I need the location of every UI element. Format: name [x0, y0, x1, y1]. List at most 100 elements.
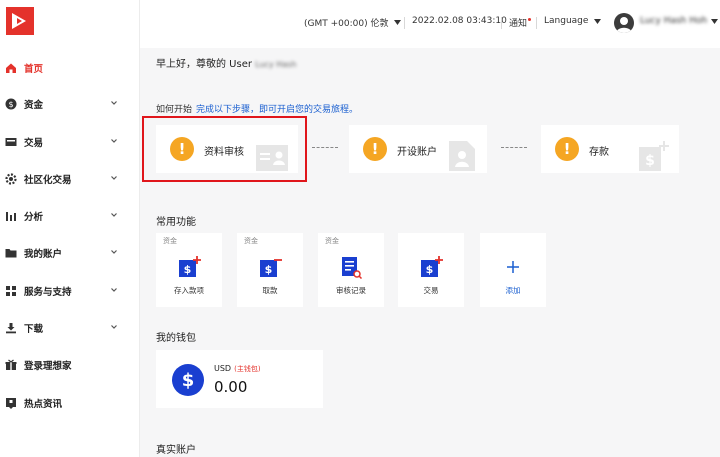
header-divider [536, 17, 537, 29]
download-icon [4, 321, 18, 335]
sidebar-item-label: 首页 [24, 64, 44, 75]
sidebar-item-label: 资金 [24, 100, 44, 111]
sidebar-item-service-support[interactable]: 服务与支持 [0, 279, 140, 303]
chevron-down-icon [111, 288, 117, 292]
top-header: (GMT +00:00) 伦敦 2022.02.08 03:43:10 通知 L… [140, 0, 720, 48]
svg-text:$: $ [184, 263, 192, 276]
function-deposit[interactable]: 资金 $ 存入款项 [156, 233, 222, 307]
chevron-down-icon [111, 213, 117, 217]
step-label: 开设账户 [397, 147, 437, 158]
greeting-username: Lucy Hash [255, 60, 297, 69]
function-tag: 资金 [325, 237, 339, 245]
sidebar-item-label: 服务与支持 [24, 287, 72, 298]
notifications-button[interactable]: 通知 [509, 16, 532, 29]
sidebar-item-trading[interactable]: 交易 [0, 130, 140, 154]
folder-icon [4, 246, 18, 260]
timezone-label: (GMT +00:00) 伦敦 [304, 19, 389, 29]
user-icon [616, 17, 632, 33]
svg-text:$: $ [8, 100, 13, 109]
sidebar-item-analysis[interactable]: 分析 [0, 204, 140, 228]
caret-down-icon [394, 20, 402, 25]
sidebar-item-label: 登录理想家 [24, 361, 72, 372]
sidebar-item-label: 社区化交易 [24, 175, 72, 186]
caret-down-icon [594, 18, 602, 24]
sidebar-item-my-account[interactable]: 我的账户 [0, 241, 140, 265]
how-to-start-label: 如何开始 [156, 105, 193, 115]
how-to-start-link[interactable]: 完成以下步骤，即可开启您的交易旅程。 [196, 105, 358, 115]
chevron-down-icon [111, 325, 117, 329]
avatar[interactable] [614, 13, 634, 33]
sidebar-item-hot-news[interactable]: 热点资讯 [0, 391, 140, 415]
header-divider [501, 17, 502, 29]
header-divider [404, 17, 405, 29]
wallet-currency-row: USD (主钱包) [214, 364, 261, 374]
step-label: 存款 [589, 147, 609, 158]
home-icon [4, 61, 18, 75]
sidebar-item-label: 热点资讯 [24, 399, 63, 410]
wallet-main-tag: (主钱包) [234, 365, 261, 373]
bar-chart-icon [4, 209, 18, 223]
sidebar-item-label: 分析 [24, 212, 44, 223]
function-label: 取款 [262, 286, 278, 295]
language-selector[interactable]: Language [544, 16, 602, 26]
wallet-card[interactable]: $ USD (主钱包) 0.00 [156, 350, 323, 408]
chevron-down-icon [111, 139, 117, 143]
step-connector [501, 147, 527, 148]
deposit-icon: $ [179, 256, 201, 277]
grid-icon [4, 284, 18, 298]
sidebar-item-login-ideal-home[interactable]: 登录理想家 [0, 353, 140, 377]
news-icon [4, 396, 18, 410]
sidebar-item-home[interactable]: 首页 [0, 56, 140, 80]
notification-dot [528, 17, 532, 21]
timezone-selector[interactable]: (GMT +00:00) 伦敦 [304, 16, 402, 29]
chevron-down-icon [111, 101, 117, 105]
withdraw-icon: $ [260, 259, 282, 277]
dollar-plus-icon: $ [639, 141, 669, 171]
chevron-down-icon [111, 176, 117, 180]
wallet-title: 我的钱包 [156, 333, 196, 344]
caret-down-icon [711, 18, 719, 24]
user-document-icon [449, 141, 475, 171]
card-icon [4, 135, 18, 149]
transaction-icon: $ [421, 256, 443, 277]
how-to-start: 如何开始 完成以下步骤，即可开启您的交易旅程。 [156, 102, 358, 115]
sidebar-item-funds[interactable]: $ 资金 [0, 92, 140, 116]
greeting: 早上好，尊敬的 User Lucy Hash [156, 55, 296, 70]
gear-icon [4, 172, 18, 186]
functions-title: 常用功能 [156, 217, 196, 228]
sidebar-item-label: 下载 [24, 324, 44, 335]
function-label: 存入款项 [174, 286, 204, 295]
step-open-account[interactable]: ! 开设账户 [349, 125, 487, 173]
current-datetime: 2022.02.08 03:43:10 [412, 16, 507, 26]
sidebar-item-social-trading[interactable]: 社区化交易 [0, 167, 140, 191]
add-icon [507, 261, 519, 273]
sidebar-item-download[interactable]: 下载 [0, 316, 140, 340]
dollar-icon: $ [4, 97, 18, 111]
notifications-label: 通知 [509, 19, 528, 29]
function-label: 添加 [505, 286, 521, 295]
function-withdraw[interactable]: 资金 $ 取款 [237, 233, 303, 307]
function-transaction[interactable]: $ 交易 [398, 233, 464, 307]
function-tag: 资金 [244, 237, 258, 245]
gift-icon [4, 358, 18, 372]
svg-text:$: $ [645, 153, 655, 169]
sidebar-item-label: 我的账户 [24, 249, 63, 260]
function-review-record[interactable]: 资金 审核记录 [318, 233, 384, 307]
sidebar-item-label: 交易 [24, 138, 44, 149]
review-record-icon [342, 257, 363, 279]
wallet-dollar-icon: $ [172, 364, 204, 396]
greeting-text: 早上好，尊敬的 User [156, 59, 252, 70]
user-menu[interactable]: Lucy Hash Hoh [640, 16, 719, 26]
function-add[interactable]: 添加 [480, 233, 546, 307]
warning-icon: ! [555, 137, 579, 161]
step-deposit[interactable]: ! 存款 $ [541, 125, 679, 173]
chevron-down-icon [111, 250, 117, 254]
function-label: 审核记录 [336, 286, 366, 295]
real-accounts-title: 真实账户 [156, 445, 196, 456]
function-label: 交易 [423, 286, 439, 295]
username: Lucy Hash Hoh [640, 16, 708, 26]
brand-logo[interactable] [6, 7, 34, 35]
function-tag: 资金 [163, 237, 177, 245]
step-highlight-box [142, 116, 307, 182]
svg-text:$: $ [426, 263, 434, 276]
